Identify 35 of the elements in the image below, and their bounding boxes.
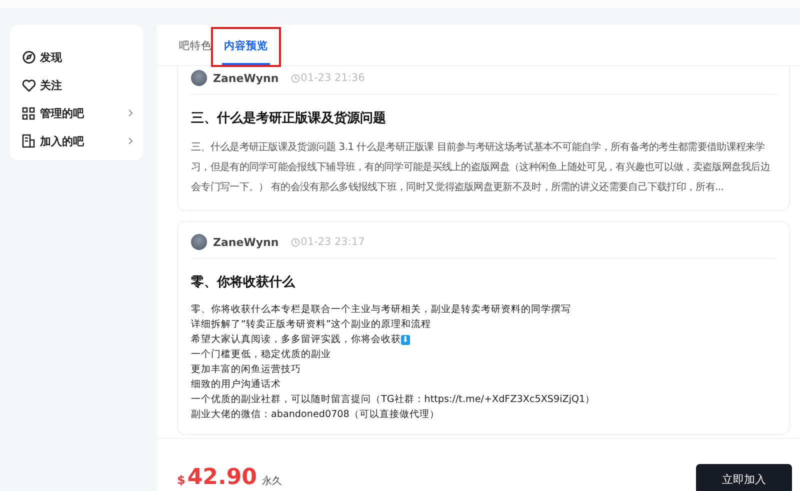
price: 42.90 [187,465,257,490]
post-excerpt: 三、什么是考研正版课及货源问题 3.1 什么是考研正版课 目前参与考研这场考试基本不可能自学，所有备考的考生都需要借助课程来学习，但是有的同学可能会报线下辅导班，有的同学可能是买线上的盗版网盘（这种闲鱼上随处可见，有兴趣也可以做，卖盗版网盘我后边会专门写一下。） 有的会没有那么多钱报线下班，同时又觉得盗版网盘更新不及时，所需的讲义还需要自己下载打印，所有... [191,140,772,195]
post-title[interactable]: 零、你将收获什么 [191,273,777,291]
post-line: 细致的用户沟通话术 [191,378,282,392]
post-line: 副业大佬的微信：abandoned0708（可以直接做代理） [191,408,440,422]
avatar [191,234,207,250]
sidebar-item[interactable]: 管理的吧 [22,99,133,127]
tab[interactable]: 吧特色 [177,39,214,65]
down-arrow-emoji: ⬇ [401,335,410,345]
heart-icon [22,78,36,92]
avatar [191,70,207,86]
sidebar-item[interactable]: 关注 [22,71,133,99]
post-line: 详细拆解了“转卖正版考研资料”这个副业的原理和流程 [191,318,432,332]
sidebar-item[interactable]: 发现 [22,43,133,71]
post-title[interactable]: 三、什么是考研正版课及货源问题 [191,109,777,127]
discover-icon [22,50,36,64]
author-name[interactable]: ZaneWynn [213,236,279,248]
post-line: 希望大家认真阅读，多多留评实践，你将会收获 [191,334,401,345]
post-time: 01-23 23:17 [300,236,365,248]
post-line: 一个门槛更低，稳定优质的副业 [191,348,332,362]
post-line: 更加丰富的闲鱼运营技巧 [191,363,302,377]
sidebar-item[interactable]: 加入的吧 [22,127,133,155]
post-line: 零、你将收获什么本专栏是联合一个主业与考研相关，副业是转卖考研资料的同学撰写 [191,303,572,317]
post-time: 01-23 21:36 [300,72,365,84]
price-term: 永久 [262,474,282,488]
currency-symbol: $ [177,473,186,487]
join-button[interactable]: 立即加入 [696,464,792,491]
post-line: 一个优质的副业社群，可以随时留言提问（TG社群：https://t.me/+XdFZ3Xc5XS9iZjQ1） [191,393,596,407]
grid-icon [22,106,35,120]
highlight-frame [211,27,281,67]
clock-icon [290,74,300,82]
tab[interactable]: 内容预览 [222,39,270,65]
clock-icon [290,238,300,246]
document-icon [22,134,35,148]
author-name[interactable]: ZaneWynn [213,72,279,84]
